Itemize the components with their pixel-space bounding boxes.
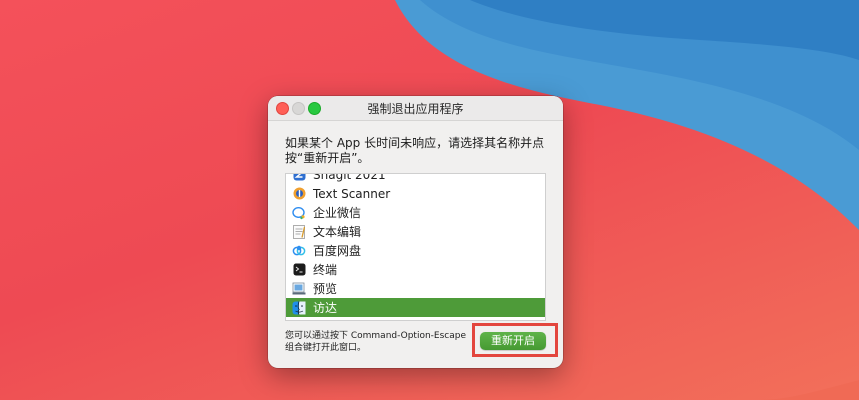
shortcut-hint: 您可以通过按下 Command-Option-Escape 组合键打开此窗口。	[285, 331, 466, 353]
list-item-snagit[interactable]: Snagit 2021	[286, 173, 545, 184]
app-name: 文本编辑	[313, 225, 362, 239]
app-name: 预览	[313, 282, 338, 296]
preview-icon	[292, 282, 306, 296]
list-item-terminal[interactable]: 终端	[286, 260, 545, 279]
list-item-baidu-netdisk[interactable]: 百度网盘	[286, 241, 545, 260]
textedit-icon	[292, 224, 306, 239]
list-item-wecom[interactable]: 企业微信	[286, 203, 545, 222]
window-title: 强制退出应用程序	[367, 102, 464, 116]
app-name: Text Scanner	[313, 186, 391, 201]
list-item-finder[interactable]: 访达	[286, 298, 545, 317]
list-item-textedit[interactable]: 文本编辑	[286, 222, 545, 241]
app-name: 终端	[313, 263, 338, 277]
app-name: Snagit 2021	[313, 173, 386, 182]
snagit-icon	[292, 174, 306, 182]
app-name: 访达	[313, 301, 338, 315]
list-item-preview[interactable]: 预览	[286, 279, 545, 298]
wecom-icon	[292, 206, 306, 220]
list-item-text-scanner[interactable]: Text Scanner	[286, 184, 545, 203]
relaunch-button[interactable]: 重新开启	[480, 332, 546, 350]
instruction-text: 如果某个 App 长时间未响应，请选择其名称并点按“重新开启”。	[285, 136, 545, 165]
force-quit-window: 强制退出应用程序 如果某个 App 长时间未响应，请选择其名称并点按“重新开启”…	[268, 96, 563, 368]
baidu-netdisk-icon	[292, 244, 306, 258]
app-name: 百度网盘	[313, 244, 362, 258]
app-list[interactable]: Snagit 2021 Text Scanner 企业微信 文本编辑 百度网盘	[285, 173, 546, 321]
finder-icon	[292, 300, 306, 315]
text-scanner-icon	[292, 187, 306, 201]
titlebar: 强制退出应用程序	[268, 96, 563, 121]
app-name: 企业微信	[313, 206, 362, 220]
terminal-icon	[292, 263, 306, 277]
